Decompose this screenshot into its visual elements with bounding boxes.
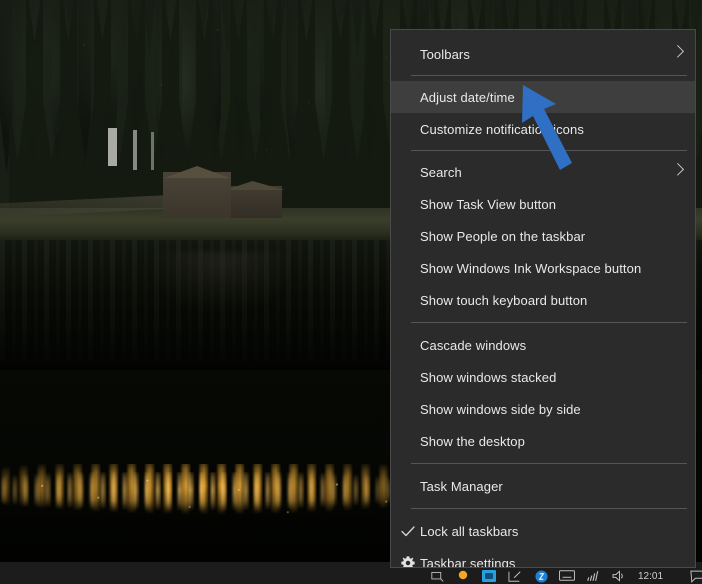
menu-separator <box>411 75 687 76</box>
chevron-right-icon <box>671 162 685 176</box>
wallpaper-banner-left <box>108 128 117 166</box>
menu-item-adjust-date-time[interactable]: Adjust date/time <box>391 81 695 113</box>
menu-item-label: Show windows side by side <box>420 401 581 417</box>
wallpaper-cabin-annex <box>228 186 282 218</box>
screen: 12:01 Toolbars Adjust date/time Customiz… <box>0 0 702 584</box>
menu-separator <box>411 150 687 151</box>
menu-item-label: Show Windows Ink Workspace button <box>420 260 642 276</box>
menu-item-label: Customize notification icons <box>420 121 584 137</box>
taskbar-context-menu[interactable]: Toolbars Adjust date/time Customize noti… <box>390 29 696 568</box>
menu-item-show-windows-stacked[interactable]: Show windows stacked <box>391 361 695 393</box>
menu-item-show-windows-side-by-side[interactable]: Show windows side by side <box>391 393 695 425</box>
menu-separator <box>411 463 687 464</box>
gear-icon <box>400 555 416 567</box>
menu-item-label: Task Manager <box>420 478 503 494</box>
menu-item-label: Toolbars <box>420 46 470 62</box>
menu-item-show-touch-keyboard-button[interactable]: Show touch keyboard button <box>391 284 695 316</box>
menu-item-label: Search <box>420 164 462 180</box>
wallpaper-banner-right <box>151 132 154 170</box>
menu-item-label: Show the desktop <box>420 433 525 449</box>
menu-item-label: Taskbar settings <box>420 555 516 568</box>
menu-item-label: Adjust date/time <box>420 89 515 105</box>
menu-item-label: Show People on the taskbar <box>420 228 586 244</box>
chevron-right-icon <box>671 44 685 58</box>
wallpaper-cabin <box>163 172 231 218</box>
menu-item-customize-notification-icons[interactable]: Customize notification icons <box>391 113 695 145</box>
menu-separator <box>411 508 687 509</box>
menu-item-show-windows-ink-workspace-button[interactable]: Show Windows Ink Workspace button <box>391 252 695 284</box>
menu-item-show-task-view-button[interactable]: Show Task View button <box>391 188 695 220</box>
menu-item-show-the-desktop[interactable]: Show the desktop <box>391 425 695 457</box>
menu-item-label: Lock all taskbars <box>420 523 519 539</box>
menu-item-lock-all-taskbars[interactable]: Lock all taskbars <box>391 515 695 547</box>
menu-item-taskbar-settings[interactable]: Taskbar settings <box>391 547 695 568</box>
checkmark-icon <box>400 523 416 539</box>
menu-item-label: Show touch keyboard button <box>420 292 588 308</box>
menu-item-task-manager[interactable]: Task Manager <box>391 470 695 502</box>
menu-item-label: Show Task View button <box>420 196 557 212</box>
menu-item-show-people-on-the-taskbar[interactable]: Show People on the taskbar <box>391 220 695 252</box>
menu-item-toolbars[interactable]: Toolbars <box>391 38 695 70</box>
menu-item-label: Show windows stacked <box>420 369 557 385</box>
menu-item-cascade-windows[interactable]: Cascade windows <box>391 329 695 361</box>
menu-item-search[interactable]: Search <box>391 156 695 188</box>
menu-separator <box>411 322 687 323</box>
menu-item-label: Cascade windows <box>420 337 527 353</box>
wallpaper-banner-mid <box>133 130 137 170</box>
